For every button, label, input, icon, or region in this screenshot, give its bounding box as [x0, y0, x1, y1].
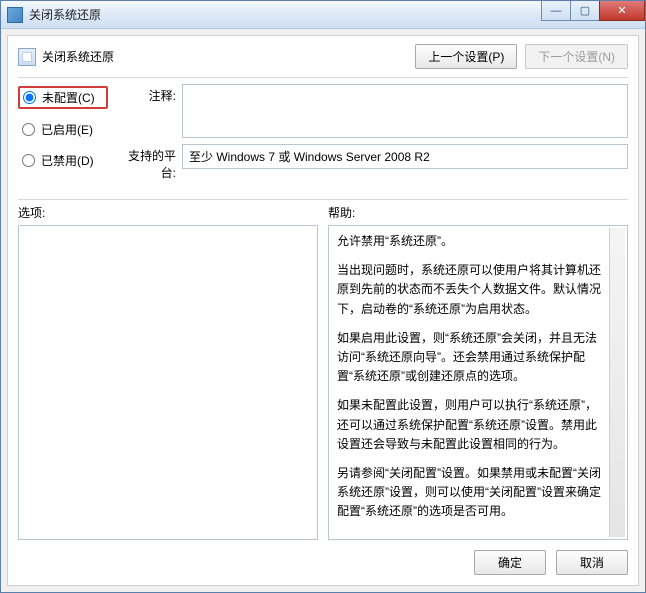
- help-paragraph: 当出现问题时，系统还原可以使用户将其计算机还原到先前的状态而不丢失个人数据文件。…: [337, 261, 603, 319]
- help-label: 帮助:: [328, 204, 628, 221]
- lower-panels: 选项: 帮助: 允许禁用“系统还原”。 当出现问题时，系统还原可以使用户将其计算…: [18, 204, 628, 540]
- help-paragraph: 允许禁用“系统还原”。: [337, 232, 603, 251]
- policy-title: 关闭系统还原: [42, 48, 114, 65]
- radio-not-configured[interactable]: 未配置(C): [18, 86, 108, 109]
- options-column: 选项:: [18, 204, 318, 540]
- radio-enabled-label: 已启用(E): [41, 121, 93, 138]
- help-panel[interactable]: 允许禁用“系统还原”。 当出现问题时，系统还原可以使用户将其计算机还原到先前的状…: [328, 225, 628, 540]
- radio-enabled[interactable]: 已启用(E): [18, 119, 108, 140]
- window-title: 关闭系统还原: [29, 6, 101, 23]
- close-button[interactable]: ✕: [599, 1, 645, 21]
- app-icon: [7, 7, 23, 23]
- minimize-button[interactable]: —: [541, 1, 571, 21]
- divider: [18, 199, 628, 200]
- previous-setting-button[interactable]: 上一个设置(P): [415, 44, 517, 69]
- content-area: 关闭系统还原 上一个设置(P) 下一个设置(N) 未配置(C) 已启用(E) 已…: [7, 35, 639, 586]
- nav-buttons: 上一个设置(P) 下一个设置(N): [415, 44, 628, 69]
- ok-button[interactable]: 确定: [474, 550, 546, 575]
- help-paragraph: 如果启用此设置，则“系统还原”会关闭，并且无法访问“系统还原向导”。还会禁用通过…: [337, 329, 603, 387]
- cancel-button[interactable]: 取消: [556, 550, 628, 575]
- maximize-button[interactable]: ▢: [570, 1, 600, 21]
- comment-label: 注释:: [122, 84, 182, 104]
- window-controls: — ▢ ✕: [542, 1, 645, 21]
- options-panel: [18, 225, 318, 540]
- titlebar[interactable]: 关闭系统还原 — ▢ ✕: [1, 1, 645, 29]
- help-column: 帮助: 允许禁用“系统还原”。 当出现问题时，系统还原可以使用户将其计算机还原到…: [328, 204, 628, 540]
- radio-enabled-input[interactable]: [22, 123, 35, 136]
- config-area: 未配置(C) 已启用(E) 已禁用(D) 注释: 支持的平台:: [18, 84, 628, 193]
- radio-disabled-label: 已禁用(D): [41, 152, 94, 169]
- state-radios: 未配置(C) 已启用(E) 已禁用(D): [18, 84, 108, 187]
- platform-label: 支持的平台:: [122, 144, 182, 181]
- policy-icon: [18, 48, 36, 66]
- platform-value: 至少 Windows 7 或 Windows Server 2008 R2: [182, 144, 628, 169]
- radio-disabled-input[interactable]: [22, 154, 35, 167]
- radio-not-configured-input[interactable]: [23, 91, 36, 104]
- next-setting-button: 下一个设置(N): [525, 44, 628, 69]
- platform-row: 支持的平台: 至少 Windows 7 或 Windows Server 200…: [122, 144, 628, 181]
- radio-not-configured-label: 未配置(C): [42, 89, 95, 106]
- dialog-footer: 确定 取消: [18, 540, 628, 575]
- help-paragraph: 另请参阅“关闭配置”设置。如果禁用或未配置“关闭系统还原”设置，则可以使用“关闭…: [337, 464, 603, 522]
- comment-input[interactable]: [182, 84, 628, 138]
- right-fields: 注释: 支持的平台: 至少 Windows 7 或 Windows Server…: [122, 84, 628, 187]
- help-paragraph: 如果未配置此设置，则用户可以执行“系统还原”，还可以通过系统保护配置“系统还原”…: [337, 396, 603, 454]
- policy-editor-window: 关闭系统还原 — ▢ ✕ 关闭系统还原 上一个设置(P) 下一个设置(N) 未配…: [0, 0, 646, 593]
- options-label: 选项:: [18, 204, 318, 221]
- radio-disabled[interactable]: 已禁用(D): [18, 150, 108, 171]
- comment-row: 注释:: [122, 84, 628, 138]
- policy-header: 关闭系统还原 上一个设置(P) 下一个设置(N): [18, 44, 628, 78]
